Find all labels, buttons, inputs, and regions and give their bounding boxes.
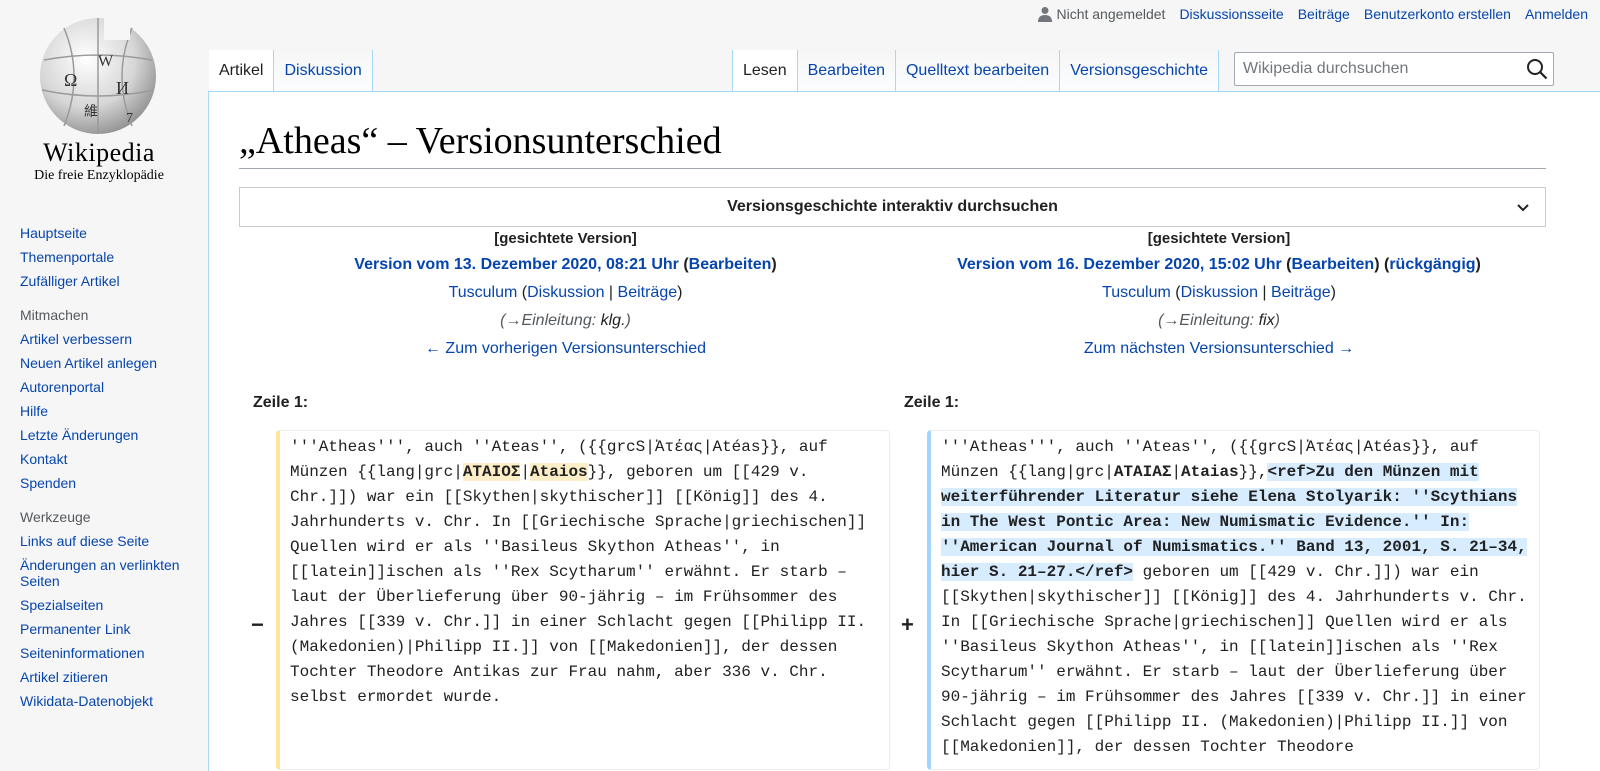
svg-text:W: W <box>98 53 114 70</box>
sidebar-werkzeuge-item[interactable]: Seiteninformationen <box>20 645 200 661</box>
old-edit-summary: (→Einleitung: klg.) <box>500 312 631 329</box>
new-user-link[interactable]: Tusculum <box>1102 284 1171 301</box>
new-summary-text: fix <box>1258 312 1275 329</box>
history-search-bar[interactable]: Versionsgeschichte interaktiv durchsuche… <box>239 187 1546 227</box>
sidebar-mitmachen-item[interactable]: Kontakt <box>20 451 200 467</box>
svg-text:И: И <box>116 78 129 98</box>
tab-quelltext-bearbeiten[interactable]: Quelltext bearbeiten <box>895 50 1061 92</box>
sidebar-mitmachen-item[interactable]: Spenden <box>20 475 200 491</box>
sidebar-mitmachen: Mitmachen Artikel verbessern Neuen Artike… <box>20 307 200 491</box>
sighted-flag: [gesichtete Version] <box>494 230 637 247</box>
sidebar-navigation: Hauptseite Themenportale Zufälliger Artike… <box>20 225 200 289</box>
svg-text:維: 維 <box>84 104 98 120</box>
diff-change-text: ΑΤΑΙΑΣ <box>1113 463 1172 481</box>
user-status-label: Nicht angemeldet <box>1056 6 1166 22</box>
old-line-number: Zeile 1: <box>253 394 309 411</box>
diff-change-highlight: Ataios <box>530 463 588 481</box>
tab-artikel[interactable]: Artikel <box>209 50 275 92</box>
diff-context-text: | <box>1171 463 1182 481</box>
wordmark: Wikipedia <box>43 138 155 167</box>
chevron-down-icon <box>1517 204 1529 212</box>
diff-context-text: geboren um [[429 v. Chr.]]) war ein [[Sk… <box>941 563 1527 756</box>
new-edit-summary: (→Einleitung: fix) <box>1158 312 1280 329</box>
diff-change-highlight: ΑΤΑΙΟΣ <box>462 463 521 481</box>
sidebar-werkzeuge-item[interactable]: Links auf diese Seite <box>20 533 200 549</box>
new-revision-link[interactable]: Version vom 16. Dezember 2020, 15:02 Uhr <box>957 256 1282 273</box>
diff-context-text: }}, <box>1238 463 1268 481</box>
sidebar: Hauptseite Themenportale Zufälliger Artike… <box>0 225 200 717</box>
view-tabs: Lesen Bearbeiten Quelltext bearbeiten Ve… <box>732 48 1220 92</box>
personal-tools: Nicht angemeldet Diskussionsseite Beiträ… <box>1038 6 1588 22</box>
sidebar-werkzeuge-item[interactable]: Permanenter Link <box>20 621 200 637</box>
diff-change-text: Ataias <box>1181 463 1239 481</box>
tab-versionsgeschichte[interactable]: Versionsgeschichte <box>1060 50 1220 92</box>
previous-diff-link[interactable]: ← Zum vorherigen Versionsunterschied <box>425 340 706 357</box>
new-user-contribs-link[interactable]: Beiträge <box>1271 284 1331 301</box>
old-user-contribs-link[interactable]: Beiträge <box>618 284 678 301</box>
old-user-link[interactable]: Tusculum <box>449 284 518 301</box>
sidebar-mitmachen-item[interactable]: Letzte Änderungen <box>20 427 200 443</box>
search-button[interactable] <box>1521 53 1553 85</box>
new-revision-header: [gesichtete Version] Version vom 16. Dez… <box>892 227 1546 363</box>
new-line-number: Zeile 1: <box>904 394 960 411</box>
next-diff-link[interactable]: Zum nächsten Versionsunterschied → <box>1084 340 1354 357</box>
sidebar-werkzeuge: Werkzeuge Links auf diese Seite Änderunge… <box>20 509 200 709</box>
personal-link-login[interactable]: Anmelden <box>1525 6 1588 22</box>
tab-lesen[interactable]: Lesen <box>732 50 798 92</box>
old-revision-header: [gesichtete Version] Version vom 13. Dez… <box>239 227 892 363</box>
added-line-box: '''Atheas''', auch ''Ateas'', ({{grcS|Ἀτ… <box>927 430 1540 770</box>
user-status: Nicht angemeldet <box>1038 6 1165 22</box>
old-summary-text: klg. <box>600 312 626 329</box>
sidebar-heading-mitmachen: Mitmachen <box>20 307 89 323</box>
svg-text:Ω: Ω <box>64 70 77 90</box>
sidebar-werkzeuge-item[interactable]: Artikel zitieren <box>20 669 200 685</box>
wikipedia-globe-icon: Ω W И 維 7 <box>40 18 156 134</box>
sidebar-mitmachen-item[interactable]: Hilfe <box>20 403 200 419</box>
sidebar-mitmachen-item[interactable]: Autorenportal <box>20 379 200 395</box>
personal-link-talk[interactable]: Diskussionsseite <box>1179 6 1283 22</box>
tab-bearbeiten[interactable]: Bearbeiten <box>797 50 896 92</box>
personal-link-contributions[interactable]: Beiträge <box>1298 6 1350 22</box>
wikipedia-logo[interactable]: Ω W И 維 7 Wikipedia Die freie Enzyklopäd… <box>0 0 200 190</box>
tagline: Die freie Enzyklopädie <box>34 168 164 183</box>
sighted-flag: [gesichtete Version] <box>1147 230 1291 247</box>
sidebar-nav-item[interactable]: Themenportale <box>20 249 200 265</box>
old-summary-section[interactable]: →Einleitung: <box>505 312 596 329</box>
user-icon <box>1038 7 1053 22</box>
svg-text:7: 7 <box>126 111 133 126</box>
diff-context-text: }}, geboren um [[429 v. Chr.]]) war ein … <box>290 463 867 706</box>
search-input[interactable] <box>1235 60 1521 78</box>
old-revision-link[interactable]: Version vom 13. Dezember 2020, 08:21 Uhr <box>354 256 679 273</box>
tab-diskussion[interactable]: Diskussion <box>274 50 373 92</box>
new-user-talk-link[interactable]: Diskussion <box>1181 284 1258 301</box>
history-search-label: Versionsgeschichte interaktiv durchsuche… <box>727 198 1058 215</box>
sidebar-nav-item[interactable]: Hauptseite <box>20 225 200 241</box>
sidebar-mitmachen-item[interactable]: Neuen Artikel anlegen <box>20 355 200 371</box>
sidebar-mitmachen-item[interactable]: Artikel verbessern <box>20 331 200 347</box>
sidebar-nav-item[interactable]: Zufälliger Artikel <box>20 273 200 289</box>
search-box <box>1234 52 1554 86</box>
addition-marker: + <box>901 612 914 637</box>
old-user-talk-link[interactable]: Diskussion <box>527 284 604 301</box>
deleted-line-box: '''Atheas''', auch ''Ateas'', ({{grcS|Ἀτ… <box>276 430 890 770</box>
page-title: „Atheas“ – Versionsunterschied <box>239 118 1546 169</box>
sidebar-heading-werkzeuge: Werkzeuge <box>20 509 91 525</box>
old-edit-link[interactable]: Bearbeiten <box>689 256 772 273</box>
search-icon <box>1527 59 1548 80</box>
deletion-marker: − <box>251 612 264 637</box>
diff-context-text: | <box>520 463 531 481</box>
personal-link-create-account[interactable]: Benutzerkonto erstellen <box>1364 6 1511 22</box>
sidebar-werkzeuge-item[interactable]: Spezialseiten <box>20 597 200 613</box>
sidebar-werkzeuge-item[interactable]: Änderungen an verlinkten Seiten <box>20 557 200 589</box>
new-edit-link[interactable]: Bearbeiten <box>1292 256 1375 273</box>
main-content: „Atheas“ – Versionsunterschied Versionsg… <box>208 91 1600 771</box>
namespace-tabs: Artikel Diskussion <box>209 48 373 92</box>
sidebar-werkzeuge-item[interactable]: Wikidata-Datenobjekt <box>20 693 200 709</box>
undo-link[interactable]: rückgängig <box>1389 256 1475 273</box>
new-summary-section[interactable]: →Einleitung: <box>1163 312 1254 329</box>
